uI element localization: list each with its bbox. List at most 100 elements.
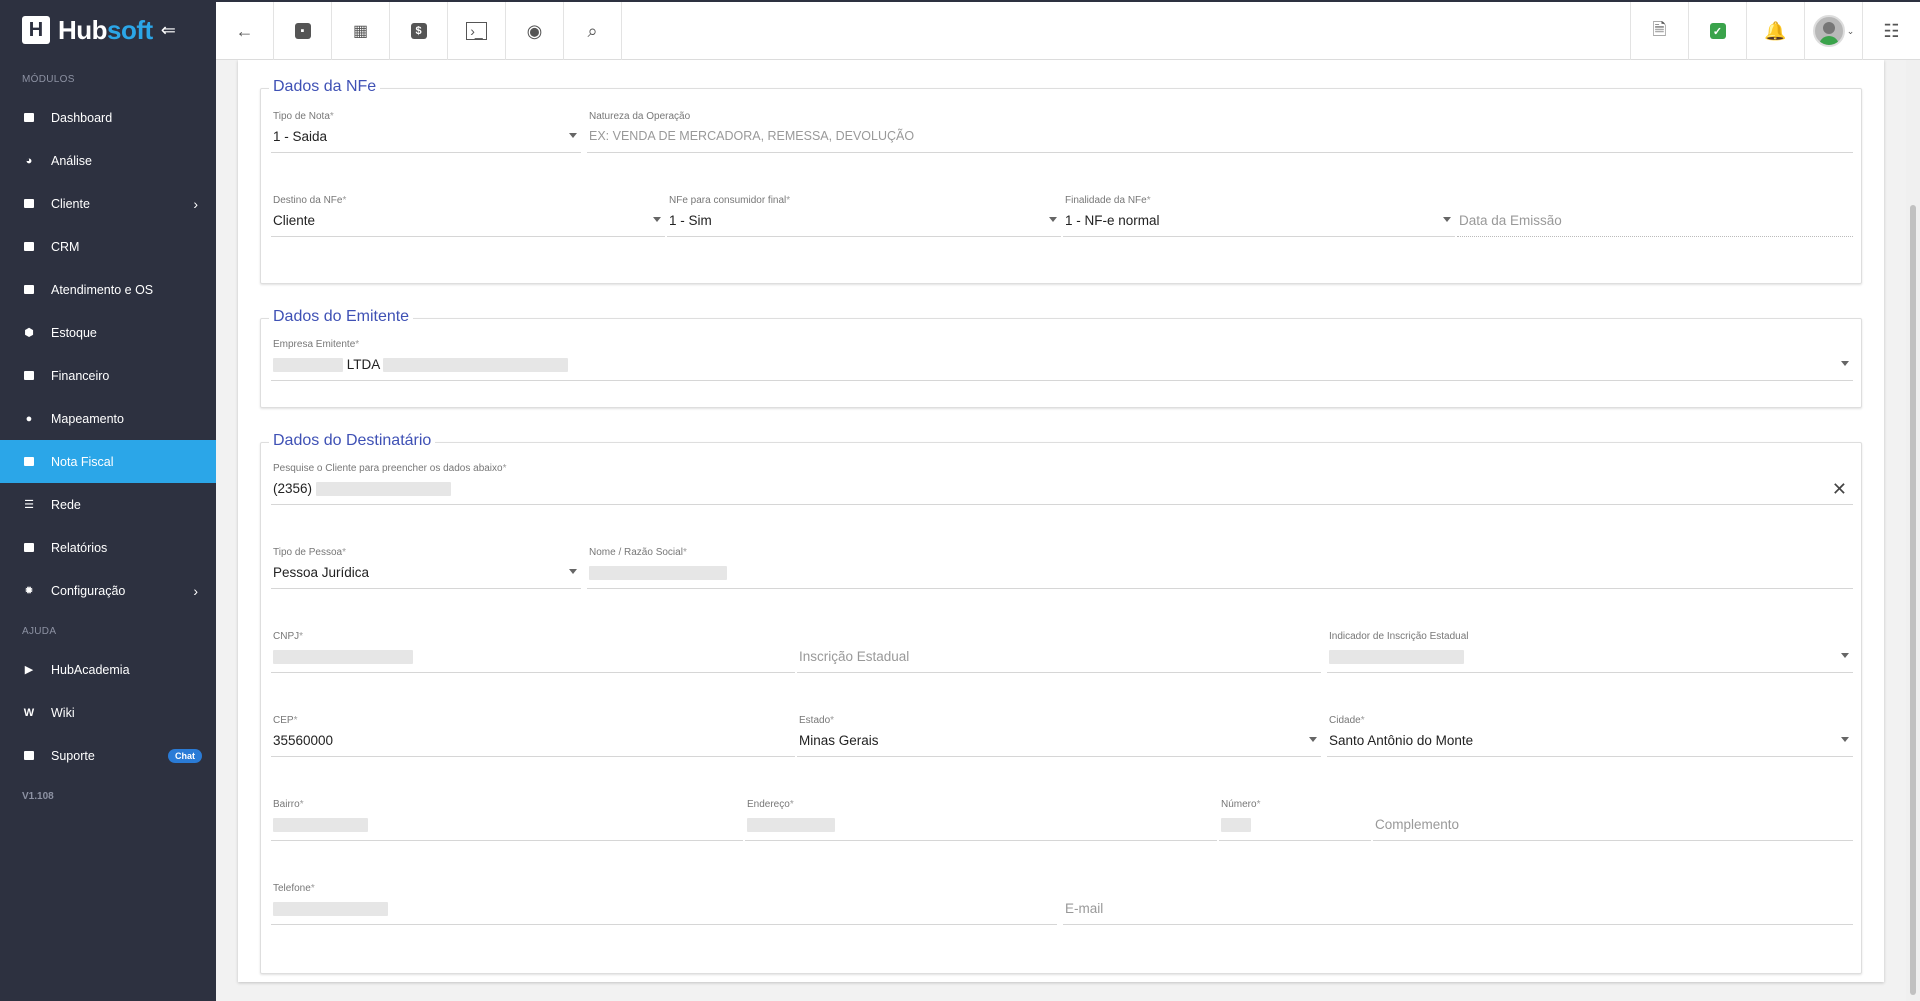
redacted-text (273, 902, 388, 917)
chevron-right-icon: › (193, 582, 198, 599)
dropdown-caret-icon (1841, 737, 1849, 742)
sidebar-item-suporte[interactable]: Suporte Chat (0, 734, 216, 777)
sidebar-item-crm[interactable]: CRM (0, 225, 216, 268)
sidebar-item-wiki[interactable]: W Wiki (0, 691, 216, 734)
chat-icon (22, 749, 36, 763)
redacted-text (747, 818, 835, 833)
clear-icon[interactable]: ✕ (1832, 479, 1847, 500)
eye-icon: ◉ (526, 20, 543, 41)
video-icon: ▶ (24, 664, 34, 676)
vertical-scrollbar[interactable] (1906, 60, 1920, 1001)
redacted-text (589, 566, 727, 581)
sidebar-item-hubacademia[interactable]: ▶ HubAcademia (0, 648, 216, 691)
legend-dados-destinatario: Dados do Destinatário (269, 432, 436, 450)
menu-list-button[interactable]: ☷ (1862, 2, 1920, 60)
gear-icon: ✹ (24, 585, 34, 597)
terminal-button[interactable]: ›_ (448, 2, 506, 60)
arrow-left-icon: ← (235, 20, 254, 41)
sidebar-item-analise[interactable]: ◕ Análise (0, 139, 216, 182)
sidebar-item-cliente[interactable]: Cliente › (0, 182, 216, 225)
scrollbar-thumb[interactable] (1910, 205, 1916, 995)
legend-dados-emitente: Dados do Emitente (269, 308, 414, 326)
tipo-nota-select[interactable]: Tipo de Nota* 1 - Saida (271, 111, 581, 153)
cep-input[interactable]: CEP* 35560000 (271, 715, 795, 757)
alerts-button[interactable]: 🔔 (1746, 2, 1804, 60)
natureza-operacao-input[interactable]: Natureza da Operação EX: VENDA DE MERCAD… (587, 111, 1853, 153)
section-label-modulos: MÓDULOS (22, 74, 75, 85)
destino-nfe-select[interactable]: Destino da NFe* Cliente (271, 195, 665, 237)
sidebar-item-mapeamento[interactable]: ● Mapeamento (0, 397, 216, 440)
consumidor-final-select[interactable]: NFe para consumidor final* 1 - Sim (667, 195, 1061, 237)
pdf-button[interactable]: 🗎 (1630, 2, 1688, 60)
cnpj-input[interactable]: CNPJ* (271, 631, 795, 673)
estado-select[interactable]: Estado* Minas Gerais (797, 715, 1321, 757)
check-message-icon: ✓ (1709, 23, 1726, 39)
redacted-text (273, 650, 413, 665)
package-icon: ⬢ (24, 327, 34, 339)
empresa-emitente-select[interactable]: Empresa Emitente* LTDA (271, 339, 1853, 381)
dropdown-caret-icon (569, 569, 577, 574)
bairro-input[interactable]: Bairro* (271, 799, 743, 841)
dollar-icon: $ (410, 23, 427, 39)
bell-icon: 🔔 (1764, 20, 1787, 41)
report-icon (22, 541, 36, 555)
sidebar-item-configuracao[interactable]: ✹ Configuração › (0, 569, 216, 612)
view-button[interactable]: ◉ (506, 2, 564, 60)
numero-input[interactable]: Número* (1219, 799, 1371, 841)
collapse-sidebar-icon[interactable]: ⇐ (161, 20, 176, 41)
endereco-input[interactable]: Endereço* (745, 799, 1217, 841)
money-icon (22, 369, 36, 383)
dropdown-caret-icon (569, 133, 577, 138)
version-label: V1.108 (22, 791, 54, 802)
pdf-file-icon: 🗎 (1652, 19, 1667, 39)
email-input[interactable]: E-mail (1063, 883, 1853, 925)
chevron-down-icon: ⌄ (1846, 25, 1855, 36)
search-button[interactable]: ⌕ (564, 2, 622, 60)
pesquisa-cliente-input[interactable]: Pesquise o Cliente para preencher os dad… (271, 463, 1853, 505)
sidebar-item-dashboard[interactable]: Dashboard (0, 96, 216, 139)
main-content: Dados da NFe Tipo de Nota* 1 - Saida Nat… (216, 60, 1906, 1001)
sidebar-item-rede[interactable]: ☰ Rede (0, 483, 216, 526)
sidebar-item-atendimento[interactable]: Atendimento e OS (0, 268, 216, 311)
cidade-select[interactable]: Cidade* Santo Antônio do Monte (1327, 715, 1853, 757)
dropdown-caret-icon (1049, 217, 1057, 222)
map-pin-icon: ● (25, 412, 33, 425)
dropdown-caret-icon (1841, 361, 1849, 366)
indicador-inscricao-select[interactable]: Indicador de Inscrição Estadual (1327, 631, 1853, 673)
invoice-icon (22, 455, 36, 469)
dropdown-caret-icon (653, 217, 661, 222)
hubsoft-logo-icon: H (22, 16, 50, 44)
client-button[interactable]: ▪ (274, 2, 332, 60)
redacted-text (1221, 818, 1251, 833)
fieldset-dados-emitente: Dados do Emitente Empresa Emitente* LTDA (260, 308, 1862, 408)
contact-card-icon (22, 197, 36, 211)
chat-badge[interactable]: Chat (168, 748, 202, 763)
sidebar-item-relatorios[interactable]: Relatórios (0, 526, 216, 569)
data-emissao-input[interactable]: Data da Emissão (1457, 195, 1853, 237)
redacted-text (315, 482, 451, 497)
back-button[interactable]: ← (216, 2, 274, 60)
sidebar-item-estoque[interactable]: ⬢ Estoque (0, 311, 216, 354)
dropdown-caret-icon (1309, 737, 1317, 742)
server-icon: ☰ (24, 499, 34, 511)
complemento-input[interactable]: Complemento (1373, 799, 1853, 841)
search-icon: ⌕ (587, 20, 598, 41)
dropdown-caret-icon (1443, 217, 1451, 222)
fieldset-dados-destinatario: Dados do Destinatário Pesquise o Cliente… (260, 432, 1862, 974)
redacted-text (383, 358, 569, 373)
logo-bar: H Hubsoft ⇐ (0, 0, 216, 60)
user-menu-button[interactable]: ⌄ (1804, 2, 1862, 60)
redacted-text (273, 358, 343, 373)
calendar-button[interactable]: ▦ (332, 2, 390, 60)
sidebar-item-nota-fiscal[interactable]: Nota Fiscal (0, 440, 216, 483)
financial-button[interactable]: $ (390, 2, 448, 60)
telefone-input[interactable]: Telefone* (271, 883, 1057, 925)
list-icon: ☷ (1883, 20, 1900, 41)
finalidade-nfe-select[interactable]: Finalidade da NFe* 1 - NF-e normal (1063, 195, 1455, 237)
tipo-pessoa-select[interactable]: Tipo de Pessoa* Pessoa Jurídica (271, 547, 581, 589)
fieldset-dados-nfe: Dados da NFe Tipo de Nota* 1 - Saida Nat… (260, 78, 1862, 284)
sidebar-item-financeiro[interactable]: Financeiro (0, 354, 216, 397)
tasks-button[interactable]: ✓ (1688, 2, 1746, 60)
inscricao-estadual-input[interactable]: Inscrição Estadual (797, 631, 1321, 673)
nome-razao-social-input[interactable]: Nome / Razão Social* (587, 547, 1853, 589)
